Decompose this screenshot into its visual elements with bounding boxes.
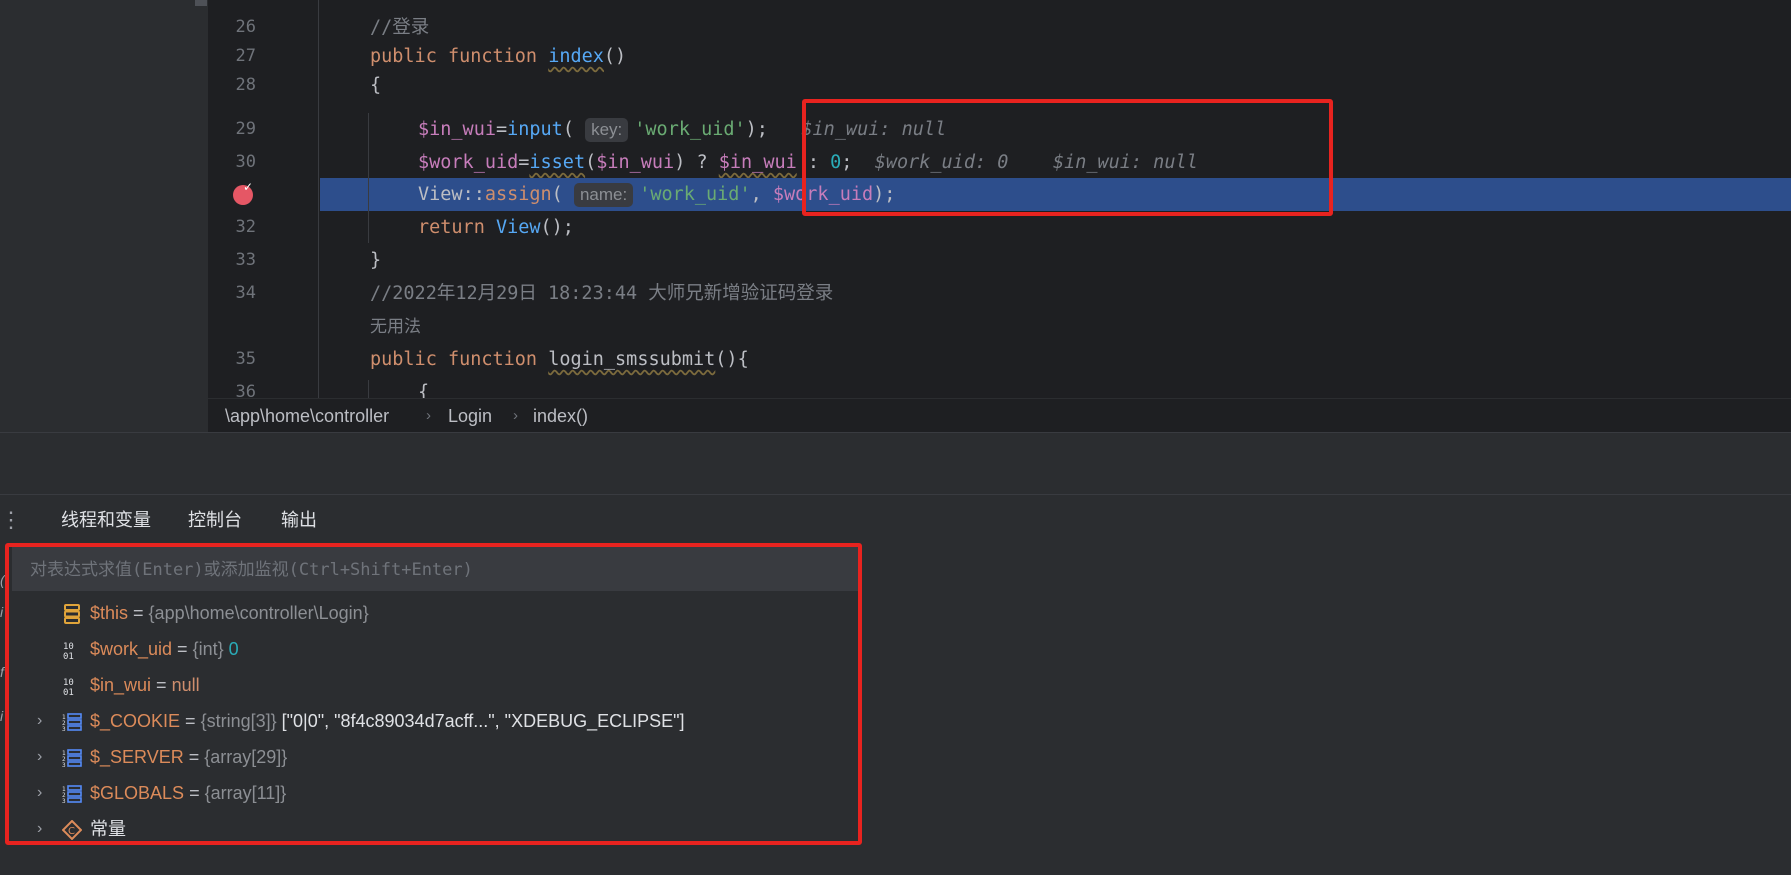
code-variable: $in_wui [418,119,496,140]
breadcrumb-namespace[interactable]: \app\home\controller [225,399,389,433]
code-string: 'work_uid' [634,119,746,140]
highlight-box-inline-values [802,99,1333,216]
code-function: index [548,46,604,67]
indent-guide [368,113,369,243]
code-keyword: return [418,217,485,238]
code-variable: $in_wui [596,152,675,173]
line-number: 34 [235,283,256,303]
breadcrumb-class[interactable]: Login [448,399,492,433]
code-punct: (){ [715,349,749,370]
code-text: return View(); [418,211,574,244]
side-panel-glyph: f [0,664,4,680]
param-hint: name: [573,183,634,207]
tab-output[interactable]: 输出 [281,495,317,545]
code-class: View [418,184,463,205]
code-variable: $work_uid [418,152,519,173]
code-punct: ( [562,119,574,140]
code-function: input [507,119,563,140]
code-text: { [418,382,430,398]
code-punct: ( [585,152,597,173]
checkmark-icon: ✓ [243,180,254,194]
breadcrumb-method[interactable]: index() [533,399,588,433]
more-options-icon[interactable]: ⋮ [0,509,22,531]
tab-console[interactable]: 控制台 [188,495,242,545]
code-function: assign [484,184,552,205]
code-keyword: public function [370,349,538,370]
breadcrumb: \app\home\controller › Login › index() [208,398,1791,433]
code-line: 36 { [208,376,1791,398]
highlight-box-variables [5,543,862,845]
code-punct: () [603,46,627,67]
line-number: 35 [235,349,256,369]
code-line: 27 public function index() [208,40,1791,73]
side-panel-glyph: i [0,604,4,620]
code-line: 33 } [208,244,1791,277]
code-operator: :: [462,184,485,205]
line-number: 28 [235,75,256,95]
code-operator: = [518,152,530,173]
usage-hint[interactable]: 无用法 [370,310,421,343]
code-keyword: public function [370,46,538,67]
code-string: 'work_uid' [639,184,751,205]
code-text: { [370,75,382,96]
left-panel-strip [0,0,208,432]
code-function: isset [529,152,586,173]
indent-guide [368,380,369,398]
param-hint: key: [585,118,629,142]
code-punct: (); [540,217,574,238]
scrollbar-thumb[interactable] [195,0,207,6]
code-punct: ( [551,184,563,205]
code-text: public function login_smssubmit(){ [370,343,749,376]
code-operator: = [495,119,508,140]
code-line: 35 public function login_smssubmit(){ [208,343,1791,376]
code-line: 无用法 [208,310,1791,343]
code-punct: , [750,184,773,205]
line-number: 30 [235,152,256,172]
side-panel-glyph: i [0,708,4,724]
code-text: public function index() [370,40,626,73]
line-number: 32 [235,217,256,237]
code-operator: ) ? [674,152,719,173]
code-comment: //2022年12月29日 18:23:44 大师兄新增验证码登录 [370,283,834,304]
line-number: 29 [235,119,256,139]
tab-threads-variables[interactable]: 线程和变量 [61,495,151,545]
line-number: 33 [235,250,256,270]
code-function: View [495,217,541,238]
side-panel-glyph: ( [0,572,5,588]
panel-splitter[interactable] [0,432,1791,495]
code-punct: ); [745,119,768,140]
line-number: 36 [235,382,256,398]
chevron-right-icon: › [426,407,431,424]
code-variable: $in_wui [718,152,797,173]
code-text: } [370,250,382,271]
code-function: login_smssubmit [548,349,716,370]
code-line: 34 //2022年12月29日 18:23:44 大师兄新增验证码登录 [208,277,1791,310]
chevron-right-icon: › [513,407,518,424]
